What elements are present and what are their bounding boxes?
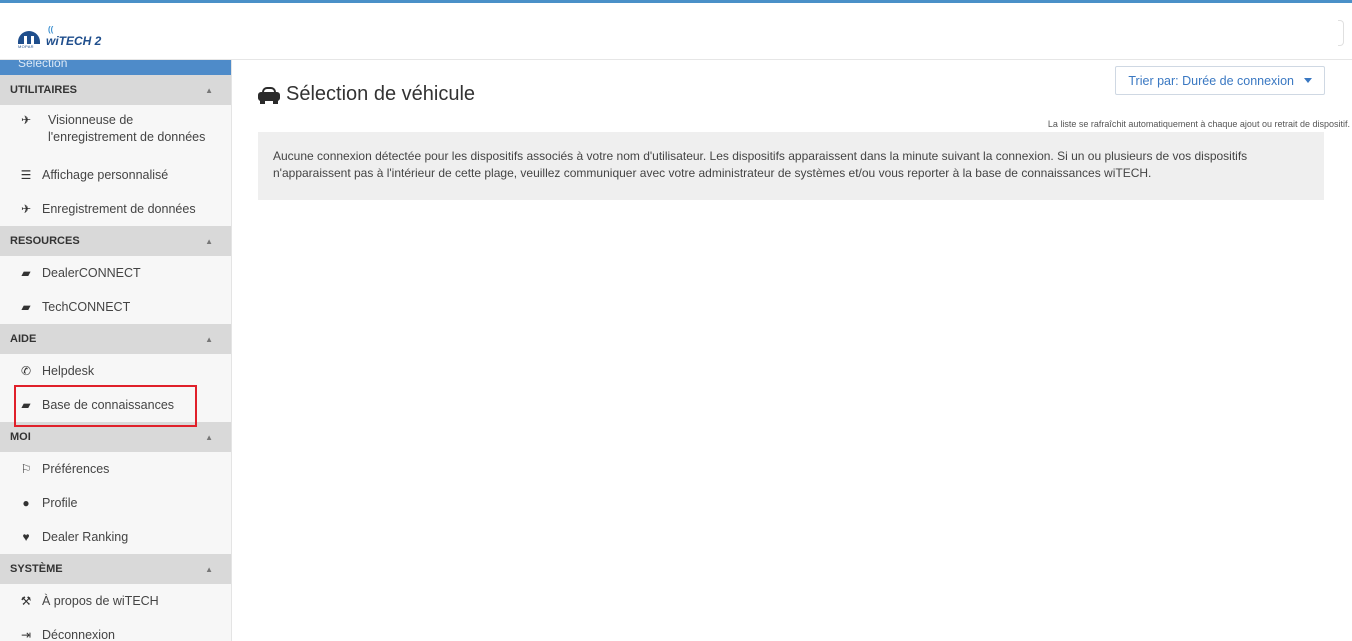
- plane-icon: ✈: [20, 113, 32, 127]
- header-panel-edge: [1338, 20, 1344, 46]
- sidebar: Sélection UTILITAIRES ▲ ✈ Visionneuse de …: [0, 60, 232, 641]
- sidebar-item-preferences[interactable]: ⚐ Préférences: [0, 452, 231, 486]
- section-header-systeme[interactable]: SYSTÈME ▲: [0, 554, 231, 584]
- app-header: MOPAR ((wiTECH 2: [0, 3, 1352, 60]
- sidebar-item-logout[interactable]: ⇥ Déconnexion: [0, 618, 231, 641]
- witech-logo: ((wiTECH 2: [46, 25, 102, 48]
- book-icon: ▰: [21, 300, 31, 314]
- sign-out-icon: ⇥: [20, 628, 32, 641]
- section-header-resources[interactable]: RESOURCES ▲: [0, 226, 231, 256]
- sidebar-item-techconnect[interactable]: ▰ TechCONNECT: [0, 290, 231, 324]
- page-title: Sélection de véhicule: [258, 83, 475, 106]
- plane-icon: ✈: [20, 202, 32, 216]
- app-logo[interactable]: MOPAR ((wiTECH 2: [18, 25, 102, 49]
- collapse-caret-icon: ▲: [205, 334, 213, 344]
- section-header-utilitaires[interactable]: UTILITAIRES ▲: [0, 75, 231, 105]
- info-message: Aucune connexion détectée pour les dispo…: [258, 132, 1324, 200]
- sidebar-item-helpdesk[interactable]: ✆ Helpdesk: [0, 354, 231, 388]
- sidebar-item-about[interactable]: ⚒ À propos de wiTECH: [0, 584, 231, 618]
- sidebar-item-data-log-viewer[interactable]: ✈ Visionneuse de l'enregistrement de don…: [0, 105, 231, 158]
- heartbeat-icon: ♥: [22, 530, 30, 544]
- collapse-caret-icon: ▲: [205, 85, 213, 95]
- gavel-icon: ⚒: [20, 594, 32, 608]
- book-icon: ▰: [21, 266, 31, 280]
- collapse-caret-icon: ▲: [205, 432, 213, 442]
- section-header-aide[interactable]: AIDE ▲: [0, 324, 231, 354]
- sidebar-item-custom-display[interactable]: ☰ Affichage personnalisé: [0, 158, 231, 192]
- sidebar-item-selection[interactable]: Sélection: [0, 60, 231, 75]
- sort-dropdown[interactable]: Trier par: Durée de connexion: [1115, 66, 1325, 95]
- user-icon: ●: [22, 496, 30, 510]
- sidebar-item-data-recording[interactable]: ✈ Enregistrement de données: [0, 192, 231, 226]
- highlight-box: [14, 385, 197, 427]
- refresh-note: La liste se rafraîchit automatiquement à…: [1047, 119, 1350, 129]
- sidebar-item-dealer-ranking[interactable]: ♥ Dealer Ranking: [0, 520, 231, 554]
- sidebar-item-profile[interactable]: ● Profile: [0, 486, 231, 520]
- collapse-caret-icon: ▲: [205, 564, 213, 574]
- phone-icon: ✆: [20, 364, 32, 378]
- sidebar-item-dealerconnect[interactable]: ▰ DealerCONNECT: [0, 256, 231, 290]
- caret-down-icon: [1304, 78, 1312, 83]
- list-icon: ☰: [20, 168, 32, 182]
- car-icon: [258, 86, 280, 104]
- translate-icon: ⚐: [20, 462, 32, 476]
- collapse-caret-icon: ▲: [205, 236, 213, 246]
- main-content: Trier par: Durée de connexion Sélection …: [233, 60, 1352, 641]
- mopar-logo: MOPAR: [18, 30, 40, 49]
